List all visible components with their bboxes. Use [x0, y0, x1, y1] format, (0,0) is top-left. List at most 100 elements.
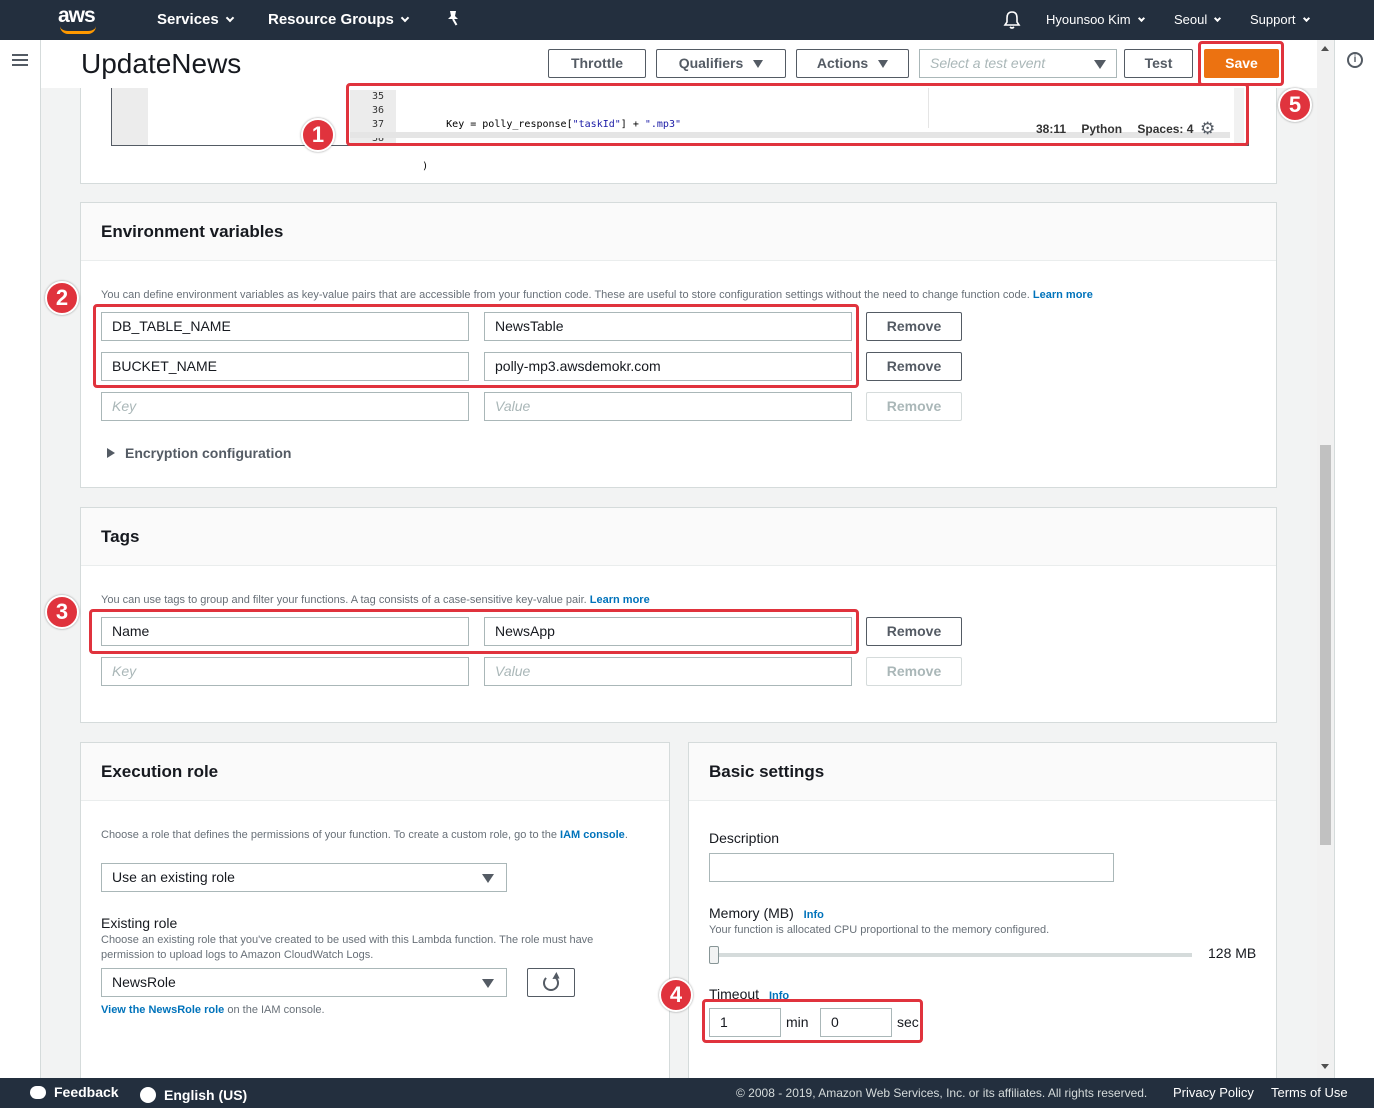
pin-icon[interactable]: [445, 10, 461, 31]
annotation-badge: 1: [301, 118, 335, 152]
user-name: Hyounsoo Kim: [1046, 12, 1131, 27]
bell-icon[interactable]: [1003, 10, 1021, 33]
actions-button[interactable]: Actions: [796, 49, 909, 78]
execution-role-panel: Execution role Choose a role that define…: [80, 742, 670, 1082]
view-role-suffix: on the IAM console.: [224, 1004, 325, 1016]
region-label: Seoul: [1174, 12, 1208, 27]
punctuation: .: [624, 829, 628, 841]
services-label: Services: [157, 11, 219, 28]
panel-title: Environment variables: [101, 222, 284, 241]
encryption-label: Encryption configuration: [125, 445, 292, 461]
role-type-select[interactable]: Use an existing role: [101, 863, 507, 892]
annotation-badge: 2: [45, 281, 79, 315]
annotation-highlight-tags: [89, 609, 859, 654]
description-input[interactable]: [709, 853, 1114, 882]
annotation-highlight-save: [1198, 41, 1284, 86]
annotation-highlight-env: [93, 304, 859, 388]
globe-icon: [140, 1087, 156, 1103]
encryption-config-toggle[interactable]: Encryption configuration: [107, 445, 291, 461]
env-description: You can define environment variables as …: [101, 288, 1251, 303]
iam-console-link[interactable]: IAM console: [560, 829, 625, 841]
page-title: UpdateNews: [81, 48, 242, 79]
privacy-policy-link[interactable]: Privacy Policy: [1173, 1085, 1254, 1100]
tags-description-text: You can use tags to group and filter you…: [101, 594, 587, 606]
panel-header: Basic settings: [689, 743, 1276, 801]
panel-header: Execution role: [81, 743, 669, 801]
test-event-select[interactable]: Select a test event: [919, 49, 1117, 78]
hamburger-menu-icon[interactable]: [12, 54, 28, 66]
chevron-down-icon: [1302, 14, 1310, 23]
env-description-text: You can define environment variables as …: [101, 289, 1030, 301]
feedback-label: Feedback: [54, 1084, 119, 1100]
env-key-input-empty[interactable]: Key: [101, 392, 469, 421]
qualifiers-label: Qualifiers: [678, 55, 744, 71]
annotation-highlight-timeout: [702, 999, 923, 1043]
annotation-highlight-code: [346, 83, 1249, 146]
actions-label: Actions: [816, 55, 869, 71]
chevron-down-icon: [225, 13, 234, 23]
dropdown-caret-icon: [878, 60, 889, 68]
existing-role-description: Choose an existing role that you've crea…: [101, 934, 594, 961]
info-icon[interactable]: i: [1347, 52, 1363, 68]
qualifiers-button[interactable]: Qualifiers: [656, 49, 786, 78]
env-value-input-empty[interactable]: Value: [484, 392, 852, 421]
learn-more-link[interactable]: Learn more: [590, 594, 650, 606]
execution-role-description-text: Choose a role that defines the permissio…: [101, 829, 557, 841]
language-selector[interactable]: English (US): [140, 1084, 247, 1103]
description-label: Description: [709, 830, 780, 846]
remove-button[interactable]: Remove: [866, 617, 962, 646]
right-rail: i: [1334, 40, 1374, 1078]
memory-slider-thumb[interactable]: [709, 946, 719, 964]
region-menu[interactable]: Seoul: [1174, 12, 1222, 27]
panel-header: Tags: [81, 508, 1276, 566]
support-label: Support: [1250, 12, 1296, 27]
chevron-down-icon: [400, 13, 410, 23]
services-menu[interactable]: Services: [157, 11, 234, 28]
memory-slider[interactable]: [709, 946, 1192, 964]
editor-file-tree: [112, 88, 148, 145]
learn-more-link[interactable]: Learn more: [1033, 289, 1093, 301]
page-scrollbar[interactable]: [1317, 40, 1334, 1078]
user-menu[interactable]: Hyounsoo Kim: [1046, 12, 1145, 27]
memory-label-row: Memory (MB) Info: [709, 905, 824, 921]
test-button[interactable]: Test: [1124, 49, 1193, 78]
support-menu[interactable]: Support: [1250, 12, 1310, 27]
test-event-placeholder: Select a test event: [930, 55, 1046, 71]
scroll-down-arrow-icon[interactable]: [1321, 1064, 1329, 1069]
language-label: English (US): [164, 1087, 248, 1103]
copyright-text: © 2008 - 2019, Amazon Web Services, Inc.…: [736, 1086, 1148, 1100]
remove-button-disabled: Remove: [866, 657, 962, 686]
memory-info-link[interactable]: Info: [804, 909, 824, 921]
aws-smile-icon: [60, 26, 96, 34]
code-line: ): [398, 161, 429, 172]
view-role-link[interactable]: View the NewsRole role: [101, 1004, 224, 1016]
dropdown-caret-icon: [1094, 60, 1106, 69]
remove-button[interactable]: Remove: [866, 352, 962, 381]
resource-groups-label: Resource Groups: [268, 11, 394, 28]
annotation-badge: 3: [45, 595, 79, 629]
resource-groups-menu[interactable]: Resource Groups: [268, 11, 410, 28]
existing-role-select[interactable]: NewsRole: [101, 968, 507, 997]
annotation-badge: 5: [1278, 88, 1312, 122]
role-type-value: Use an existing role: [112, 869, 235, 885]
remove-button[interactable]: Remove: [866, 312, 962, 341]
panel-title: Execution role: [101, 762, 219, 781]
chevron-down-icon: [1137, 14, 1145, 23]
feedback-link[interactable]: Feedback: [30, 1084, 119, 1100]
speech-bubble-icon: [30, 1086, 46, 1099]
remove-button-disabled: Remove: [866, 392, 962, 421]
page-header: UpdateNews Throttle Qualifiers Actions S…: [41, 40, 1317, 88]
aws-logo[interactable]: aws: [58, 4, 102, 34]
memory-value: 128 MB: [1208, 945, 1257, 961]
execution-role-description: Choose a role that defines the permissio…: [101, 828, 651, 843]
tag-value-input-empty[interactable]: Value: [484, 657, 852, 686]
refresh-roles-button[interactable]: [527, 968, 575, 997]
scrollbar-thumb[interactable]: [1320, 445, 1331, 845]
caret-right-icon: [107, 448, 115, 458]
existing-role-value: NewsRole: [112, 974, 176, 990]
top-nav: aws Services Resource Groups Hyounsoo Ki…: [0, 0, 1374, 40]
terms-of-use-link[interactable]: Terms of Use: [1271, 1085, 1348, 1100]
throttle-button[interactable]: Throttle: [548, 49, 646, 78]
scroll-up-arrow-icon[interactable]: [1321, 46, 1329, 51]
tag-key-input-empty[interactable]: Key: [101, 657, 469, 686]
